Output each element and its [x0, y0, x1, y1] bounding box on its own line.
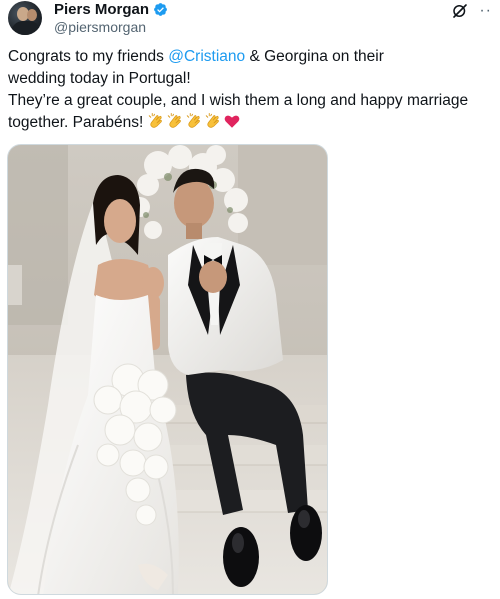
wedding-photo-illustration: [8, 145, 327, 594]
mention-link[interactable]: @Cristiano: [168, 48, 245, 65]
tweet-text-segment: Congrats to my friends: [8, 48, 169, 65]
author-display-name[interactable]: Piers Morgan: [54, 1, 149, 18]
tweet-header: Piers Morgan @piersmorgan ··: [8, 0, 492, 40]
more-icon[interactable]: ··: [479, 3, 492, 19]
tweet-body-text: Congrats to my friends @Cristiano & Geor…: [8, 46, 478, 134]
clapping-hands-icon: [206, 113, 220, 128]
tweet-photo[interactable]: [7, 144, 328, 595]
tweet-top-actions: ··: [451, 2, 492, 20]
tweet-text-line: They’re a great couple, and I wish them …: [8, 92, 469, 109]
grok-icon[interactable]: [451, 2, 469, 20]
author-avatar[interactable]: [8, 1, 42, 35]
clapping-hands-icon: [168, 113, 182, 128]
tweet-text-segment: & Georgina on their: [245, 48, 384, 65]
emoji-row: [147, 112, 241, 130]
tweet-text-line: together. Parabéns!: [8, 114, 144, 131]
author-handle[interactable]: @piersmorgan: [54, 19, 146, 35]
author-name-row: Piers Morgan: [54, 1, 168, 18]
clapping-hands-icon: [187, 113, 201, 128]
clapping-hands-icon: [149, 113, 163, 128]
verified-badge-icon: [154, 3, 167, 16]
red-heart-icon: [224, 115, 240, 128]
tweet-text-line: wedding today in Portugal!: [8, 70, 191, 87]
